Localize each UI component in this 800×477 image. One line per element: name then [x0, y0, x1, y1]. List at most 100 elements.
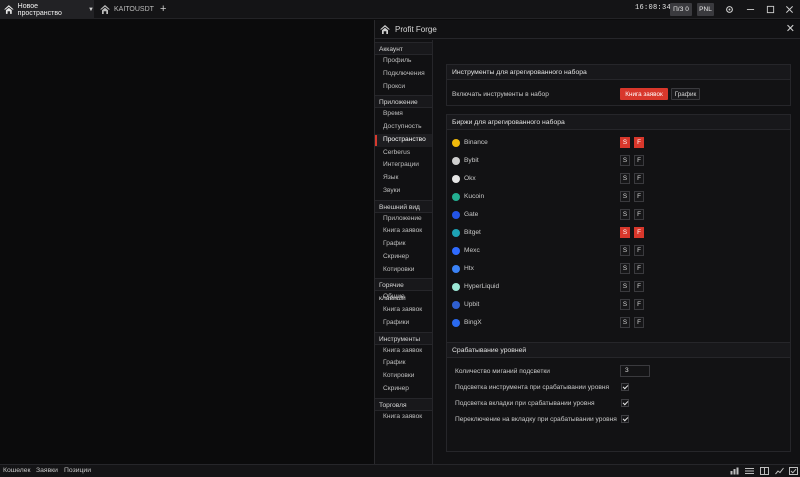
- nav-item-proxy[interactable]: Прокси: [375, 81, 432, 94]
- nav-item-hotkeys-orderbook[interactable]: Книга заявок: [375, 304, 432, 317]
- nav-item-profile[interactable]: Профиль: [375, 55, 432, 68]
- list-icon[interactable]: [745, 467, 754, 475]
- exchange-name: Kucoin: [464, 193, 485, 200]
- minimize-icon[interactable]: [743, 3, 757, 16]
- spot-toggle[interactable]: S: [620, 209, 630, 220]
- add-tab-icon[interactable]: +: [160, 3, 166, 15]
- nav-item-tools-orderbook[interactable]: Книга заявок: [375, 345, 432, 358]
- exchange-row: HyperLiquid S F: [447, 279, 790, 295]
- nav-item-workspace[interactable]: Пространство: [375, 133, 432, 147]
- spot-toggle[interactable]: S: [620, 137, 630, 148]
- exchange-name: Htx: [464, 265, 474, 272]
- profit-forge-logo-icon: [100, 5, 110, 14]
- nav-item-language[interactable]: Язык: [375, 172, 432, 185]
- workspace-tab[interactable]: Новое пространство ▼: [0, 0, 94, 19]
- futures-toggle[interactable]: F: [634, 173, 644, 184]
- include-instruments-label: Включать инструменты в набор: [452, 90, 549, 98]
- spot-toggle[interactable]: S: [620, 281, 630, 292]
- nav-item-hotkeys-charts[interactable]: Графики: [375, 317, 432, 330]
- close-icon[interactable]: ✕: [786, 23, 795, 35]
- exchange-row: Htx S F: [447, 261, 790, 277]
- positions-link[interactable]: Позиции: [64, 467, 91, 474]
- nav-item-appearance-orderbook[interactable]: Книга заявок: [375, 225, 432, 238]
- settings-content: Инструменты для агрегированного набора В…: [446, 40, 791, 464]
- nav-item-tools-quotes[interactable]: Котировки: [375, 370, 432, 383]
- nav-item-time[interactable]: Время: [375, 108, 432, 121]
- nav-item-connections[interactable]: Подключения: [375, 68, 432, 81]
- spot-toggle[interactable]: S: [620, 173, 630, 184]
- exchange-name: Okx: [464, 175, 476, 182]
- futures-toggle[interactable]: F: [634, 137, 644, 148]
- exchange-name: Gate: [464, 211, 479, 218]
- switch-tab-checkbox[interactable]: [621, 415, 629, 423]
- workspace-area[interactable]: [0, 20, 374, 464]
- exchange-row: Upbit S F: [447, 297, 790, 313]
- bitget-icon: [452, 229, 460, 237]
- spot-toggle[interactable]: S: [620, 227, 630, 238]
- trend-icon[interactable]: [775, 467, 784, 475]
- nav-item-accessibility[interactable]: Доступность: [375, 121, 432, 134]
- nav-item-appearance-quotes[interactable]: Котировки: [375, 264, 432, 277]
- futures-toggle[interactable]: F: [634, 245, 644, 256]
- pz-button[interactable]: П/З 0: [670, 3, 692, 16]
- blink-count-input[interactable]: 3: [620, 365, 650, 377]
- spot-toggle[interactable]: S: [620, 191, 630, 202]
- highlight-instrument-checkbox[interactable]: [621, 383, 629, 391]
- exchange-row: Mexc S F: [447, 243, 790, 259]
- nav-item-appearance-app[interactable]: Приложение: [375, 213, 432, 226]
- nav-item-tools-screener[interactable]: Скринер: [375, 383, 432, 396]
- futures-toggle[interactable]: F: [634, 299, 644, 310]
- levels-section-title: Срабатывание уровней: [447, 343, 790, 358]
- pnl-button[interactable]: PNL: [697, 3, 714, 16]
- gear-icon[interactable]: [722, 3, 736, 16]
- bybit-icon: [452, 157, 460, 165]
- chevron-down-icon[interactable]: ▼: [88, 7, 94, 13]
- okx-icon: [452, 175, 460, 183]
- clock: 16:08:34: [635, 4, 672, 12]
- futures-toggle[interactable]: F: [634, 227, 644, 238]
- instruments-section: Инструменты для агрегированного набора В…: [446, 64, 791, 106]
- highlight-tab-label: Подсветка вкладки при срабатывании уровн…: [455, 399, 595, 407]
- nav-item-cerberus[interactable]: Cerberus: [375, 147, 432, 160]
- nav-item-integrations[interactable]: Интеграции: [375, 159, 432, 172]
- futures-toggle[interactable]: F: [634, 263, 644, 274]
- check-list-icon[interactable]: [789, 467, 798, 475]
- highlight-tab-checkbox[interactable]: [621, 399, 629, 407]
- spot-toggle[interactable]: S: [620, 263, 630, 274]
- orderbook-toggle-button[interactable]: Книга заявок: [620, 88, 668, 100]
- futures-toggle[interactable]: F: [634, 317, 644, 328]
- nav-item-hotkeys-general[interactable]: Общие: [375, 291, 432, 304]
- nav-item-trading-orderbook[interactable]: Книга заявок: [375, 411, 432, 424]
- switch-tab-label: Переключение на вкладку при срабатывании…: [455, 415, 617, 423]
- spot-toggle[interactable]: S: [620, 317, 630, 328]
- nav-item-appearance-chart[interactable]: График: [375, 238, 432, 251]
- futures-toggle[interactable]: F: [634, 155, 644, 166]
- futures-toggle[interactable]: F: [634, 191, 644, 202]
- exchange-row: Okx S F: [447, 171, 790, 187]
- include-instruments-row: Включать инструменты в набор Книга заяво…: [447, 86, 790, 102]
- chart-toggle-button[interactable]: График: [671, 88, 700, 100]
- nav-item-appearance-screener[interactable]: Скринер: [375, 251, 432, 264]
- maximize-icon[interactable]: [763, 3, 777, 16]
- nav-group-trading: Торговля: [375, 397, 432, 411]
- blink-count-row: Количество миганий подсветки 3: [447, 363, 790, 379]
- exchange-name: Bitget: [464, 229, 481, 236]
- futures-toggle[interactable]: F: [634, 209, 644, 220]
- highlight-instrument-row: Подсветка инструмента при срабатывании у…: [447, 379, 790, 395]
- nav-item-tools-chart[interactable]: График: [375, 357, 432, 370]
- spot-toggle[interactable]: S: [620, 155, 630, 166]
- title-bar: Новое пространство ▼ KAITOUSDT + 16:08:3…: [0, 0, 800, 19]
- spot-toggle[interactable]: S: [620, 299, 630, 310]
- nav-item-sounds[interactable]: Звуки: [375, 185, 432, 198]
- spot-toggle[interactable]: S: [620, 245, 630, 256]
- exchange-name: Mexc: [464, 247, 480, 254]
- symbol-tab[interactable]: KAITOUSDT: [97, 0, 154, 19]
- exchange-row: Kucoin S F: [447, 189, 790, 205]
- layout-icon[interactable]: [760, 467, 769, 475]
- close-window-icon[interactable]: [782, 3, 796, 16]
- chart-bars-icon[interactable]: [730, 467, 739, 475]
- futures-toggle[interactable]: F: [634, 281, 644, 292]
- orders-link[interactable]: Заявки: [36, 467, 58, 474]
- wallet-link[interactable]: Кошелек: [3, 467, 30, 474]
- settings-header: Profit Forge ✕: [375, 20, 800, 39]
